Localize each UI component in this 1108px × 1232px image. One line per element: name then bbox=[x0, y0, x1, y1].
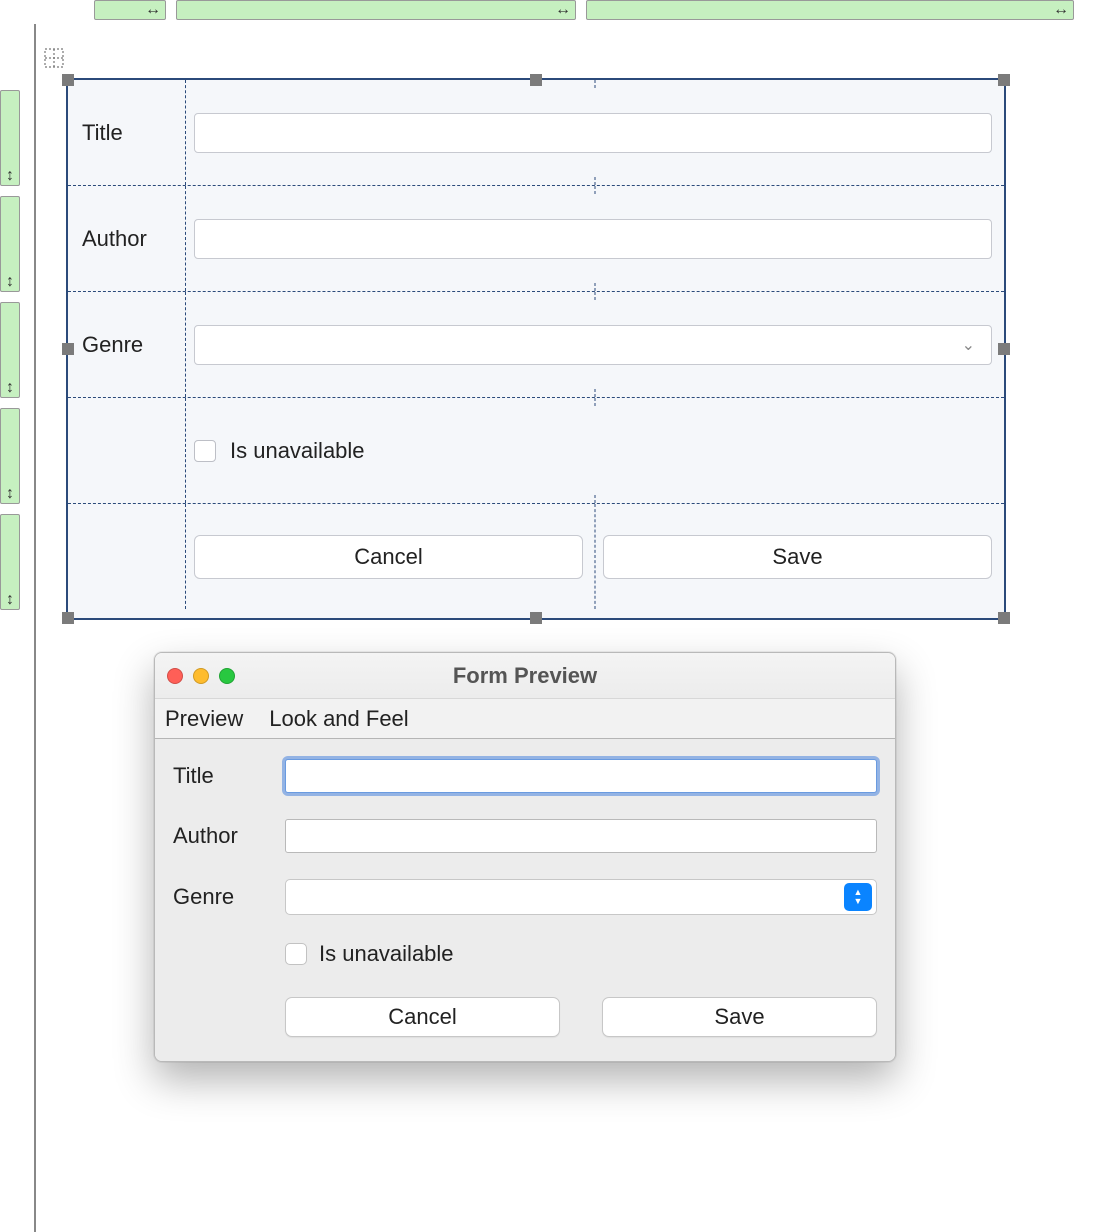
maximize-icon[interactable] bbox=[219, 668, 235, 684]
resize-h-icon: ↔ bbox=[1053, 1, 1069, 19]
resize-v-icon: ↕ bbox=[6, 167, 14, 185]
column-ruler-3[interactable]: ↔ bbox=[586, 0, 1074, 20]
menu-look-and-feel[interactable]: Look and Feel bbox=[269, 706, 408, 732]
row-ruler-2[interactable]: ↕ bbox=[0, 196, 20, 292]
cancel-button[interactable]: Cancel bbox=[194, 535, 583, 579]
resize-v-icon: ↕ bbox=[6, 379, 14, 397]
row-rulers: ↕ ↕ ↕ ↕ ↕ bbox=[0, 90, 22, 620]
window-title: Form Preview bbox=[155, 663, 895, 689]
unavailable-label: Is unavailable bbox=[230, 438, 365, 464]
title-label: Title bbox=[173, 763, 285, 789]
row-ruler-1[interactable]: ↕ bbox=[0, 90, 20, 186]
preview-form-body: Title Author Genre Is unavailable Cancel… bbox=[155, 739, 895, 1061]
resize-h-icon: ↔ bbox=[145, 1, 161, 19]
designer-row-unavailable[interactable]: Is unavailable bbox=[68, 398, 1004, 504]
genre-select[interactable]: ⌄ bbox=[194, 325, 992, 365]
resize-v-icon: ↕ bbox=[6, 273, 14, 291]
title-label: Title bbox=[82, 120, 123, 146]
select-stepper-icon bbox=[844, 883, 872, 911]
chevron-down-icon: ⌄ bbox=[962, 335, 975, 355]
layout-icon bbox=[44, 48, 64, 68]
author-input[interactable] bbox=[194, 219, 992, 259]
save-button[interactable]: Save bbox=[602, 997, 877, 1037]
genre-select[interactable] bbox=[285, 879, 877, 915]
resize-v-icon: ↕ bbox=[6, 485, 14, 503]
author-label: Author bbox=[173, 823, 285, 849]
column-rulers: ↔ ↔ ↔ bbox=[0, 0, 1108, 22]
designer-row-genre[interactable]: Genre ⌄ bbox=[68, 292, 1004, 398]
genre-label: Genre bbox=[82, 332, 143, 358]
row-ruler-3[interactable]: ↕ bbox=[0, 302, 20, 398]
author-input[interactable] bbox=[285, 819, 877, 853]
title-input[interactable] bbox=[285, 759, 877, 793]
gui-designer-panel[interactable]: Title Author Genre ⌄ bbox=[66, 78, 1006, 620]
designer-row-buttons[interactable]: Cancel Save bbox=[68, 504, 1004, 609]
author-label: Author bbox=[82, 226, 147, 252]
row-ruler-4[interactable]: ↕ bbox=[0, 408, 20, 504]
unavailable-label: Is unavailable bbox=[319, 941, 454, 967]
cancel-button[interactable]: Cancel bbox=[285, 997, 560, 1037]
form-preview-window[interactable]: Form Preview Preview Look and Feel Title… bbox=[154, 652, 896, 1062]
canvas-border bbox=[34, 24, 36, 1232]
designer-row-author[interactable]: Author bbox=[68, 186, 1004, 292]
row-ruler-5[interactable]: ↕ bbox=[0, 514, 20, 610]
minimize-icon[interactable] bbox=[193, 668, 209, 684]
designer-row-title[interactable]: Title bbox=[68, 80, 1004, 186]
unavailable-checkbox[interactable] bbox=[285, 943, 307, 965]
unavailable-checkbox[interactable] bbox=[194, 440, 216, 462]
column-ruler-1[interactable]: ↔ bbox=[94, 0, 166, 20]
resize-h-icon: ↔ bbox=[555, 1, 571, 19]
column-ruler-2[interactable]: ↔ bbox=[176, 0, 576, 20]
menubar: Preview Look and Feel bbox=[155, 699, 895, 739]
title-input[interactable] bbox=[194, 113, 992, 153]
save-button[interactable]: Save bbox=[603, 535, 992, 579]
window-titlebar[interactable]: Form Preview bbox=[155, 653, 895, 699]
genre-label: Genre bbox=[173, 884, 285, 910]
menu-preview[interactable]: Preview bbox=[165, 706, 243, 732]
grid-divider bbox=[595, 504, 596, 609]
resize-v-icon: ↕ bbox=[6, 591, 14, 609]
close-icon[interactable] bbox=[167, 668, 183, 684]
